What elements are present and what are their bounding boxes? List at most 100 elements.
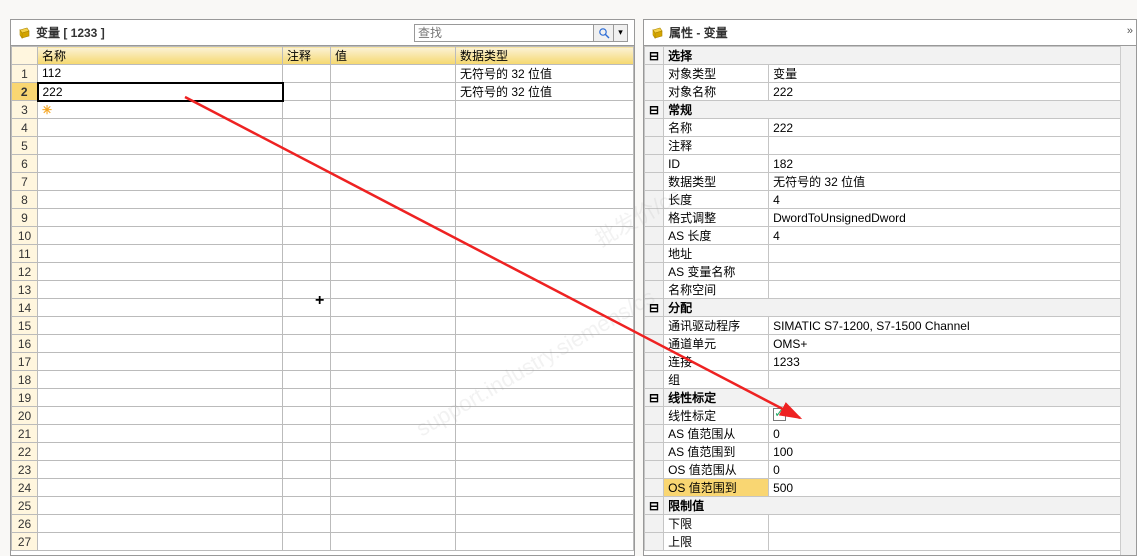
cell-name[interactable]: [38, 479, 283, 497]
cell-value[interactable]: [331, 281, 456, 299]
prop-value[interactable]: [769, 245, 1136, 263]
table-row[interactable]: 27: [12, 533, 634, 551]
cell-comment[interactable]: [283, 479, 331, 497]
cell-comment[interactable]: [283, 389, 331, 407]
prop-value[interactable]: [769, 533, 1136, 551]
cell-value[interactable]: [331, 335, 456, 353]
cell-datatype[interactable]: [456, 281, 634, 299]
header-datatype[interactable]: 数据类型: [456, 47, 634, 65]
row-number[interactable]: 9: [12, 209, 38, 227]
cell-name[interactable]: [38, 245, 283, 263]
cell-datatype[interactable]: [456, 497, 634, 515]
cell-value[interactable]: [331, 497, 456, 515]
row-number[interactable]: 25: [12, 497, 38, 515]
cell-comment[interactable]: [283, 371, 331, 389]
cell-name[interactable]: [38, 137, 283, 155]
cell-datatype[interactable]: [456, 155, 634, 173]
table-row[interactable]: 1112无符号的 32 位值: [12, 65, 634, 83]
row-number[interactable]: 6: [12, 155, 38, 173]
cell-comment[interactable]: [283, 317, 331, 335]
cell-comment[interactable]: [283, 515, 331, 533]
cell-name[interactable]: [38, 227, 283, 245]
cell-comment[interactable]: [283, 155, 331, 173]
scrollbar[interactable]: [1120, 46, 1136, 555]
cell-name[interactable]: [38, 155, 283, 173]
row-number[interactable]: 26: [12, 515, 38, 533]
table-row[interactable]: 17: [12, 353, 634, 371]
table-row[interactable]: 22: [12, 443, 634, 461]
table-row[interactable]: 2222无符号的 32 位值: [12, 83, 634, 101]
prop-value[interactable]: OMS+: [769, 335, 1136, 353]
cell-datatype[interactable]: [456, 263, 634, 281]
cell-datatype[interactable]: 无符号的 32 位值: [456, 83, 634, 101]
row-number[interactable]: 16: [12, 335, 38, 353]
row-number[interactable]: 1: [12, 65, 38, 83]
cell-name[interactable]: [38, 533, 283, 551]
collapse-toggle[interactable]: ⊟: [645, 101, 664, 119]
cell-datatype[interactable]: [456, 335, 634, 353]
cell-name[interactable]: [38, 281, 283, 299]
cell-comment[interactable]: [283, 101, 331, 119]
cell-comment[interactable]: [283, 191, 331, 209]
cell-datatype[interactable]: [456, 461, 634, 479]
row-number[interactable]: 11: [12, 245, 38, 263]
cell-comment[interactable]: [283, 209, 331, 227]
cell-comment[interactable]: [283, 353, 331, 371]
table-row[interactable]: 7: [12, 173, 634, 191]
table-row[interactable]: 15: [12, 317, 634, 335]
cell-datatype[interactable]: [456, 173, 634, 191]
cell-value[interactable]: [331, 371, 456, 389]
cell-name[interactable]: 222: [38, 83, 283, 101]
table-row[interactable]: 8: [12, 191, 634, 209]
row-number[interactable]: 17: [12, 353, 38, 371]
cell-value[interactable]: [331, 461, 456, 479]
row-number[interactable]: 8: [12, 191, 38, 209]
cell-comment[interactable]: [283, 335, 331, 353]
table-row[interactable]: 25: [12, 497, 634, 515]
row-number[interactable]: 4: [12, 119, 38, 137]
cell-value[interactable]: [331, 83, 456, 101]
cell-datatype[interactable]: [456, 191, 634, 209]
cell-name[interactable]: [38, 353, 283, 371]
row-number[interactable]: 7: [12, 173, 38, 191]
cell-datatype[interactable]: [456, 209, 634, 227]
row-number[interactable]: 15: [12, 317, 38, 335]
prop-value[interactable]: DwordToUnsignedDword: [769, 209, 1136, 227]
search-button[interactable]: [594, 24, 614, 42]
row-number[interactable]: 10: [12, 227, 38, 245]
cell-name[interactable]: [38, 497, 283, 515]
row-number[interactable]: 24: [12, 479, 38, 497]
cell-comment[interactable]: [283, 137, 331, 155]
cell-name[interactable]: [38, 389, 283, 407]
cell-comment[interactable]: [283, 65, 331, 83]
cell-name[interactable]: [38, 191, 283, 209]
cell-name[interactable]: [38, 317, 283, 335]
row-number[interactable]: 18: [12, 371, 38, 389]
cell-datatype[interactable]: [456, 245, 634, 263]
linear-scale-checkbox[interactable]: [769, 407, 1136, 425]
cell-name[interactable]: ✳: [38, 101, 283, 119]
cell-value[interactable]: [331, 209, 456, 227]
cell-name[interactable]: [38, 173, 283, 191]
cell-name[interactable]: [38, 371, 283, 389]
row-number[interactable]: 13: [12, 281, 38, 299]
cell-datatype[interactable]: 无符号的 32 位值: [456, 65, 634, 83]
cell-name[interactable]: [38, 407, 283, 425]
table-row[interactable]: 9: [12, 209, 634, 227]
cell-datatype[interactable]: [456, 407, 634, 425]
cell-name[interactable]: [38, 263, 283, 281]
prop-value[interactable]: 222: [769, 119, 1136, 137]
cell-value[interactable]: [331, 263, 456, 281]
cell-datatype[interactable]: [456, 227, 634, 245]
cell-datatype[interactable]: [456, 389, 634, 407]
collapse-toggle[interactable]: ⊟: [645, 299, 664, 317]
cell-value[interactable]: [331, 155, 456, 173]
collapse-toggle[interactable]: ⊟: [645, 497, 664, 515]
cell-value[interactable]: [331, 317, 456, 335]
header-comment[interactable]: 注释: [283, 47, 331, 65]
cell-comment[interactable]: [283, 497, 331, 515]
table-row[interactable]: 12: [12, 263, 634, 281]
cell-name[interactable]: [38, 335, 283, 353]
cell-value[interactable]: [331, 191, 456, 209]
table-row[interactable]: 18: [12, 371, 634, 389]
